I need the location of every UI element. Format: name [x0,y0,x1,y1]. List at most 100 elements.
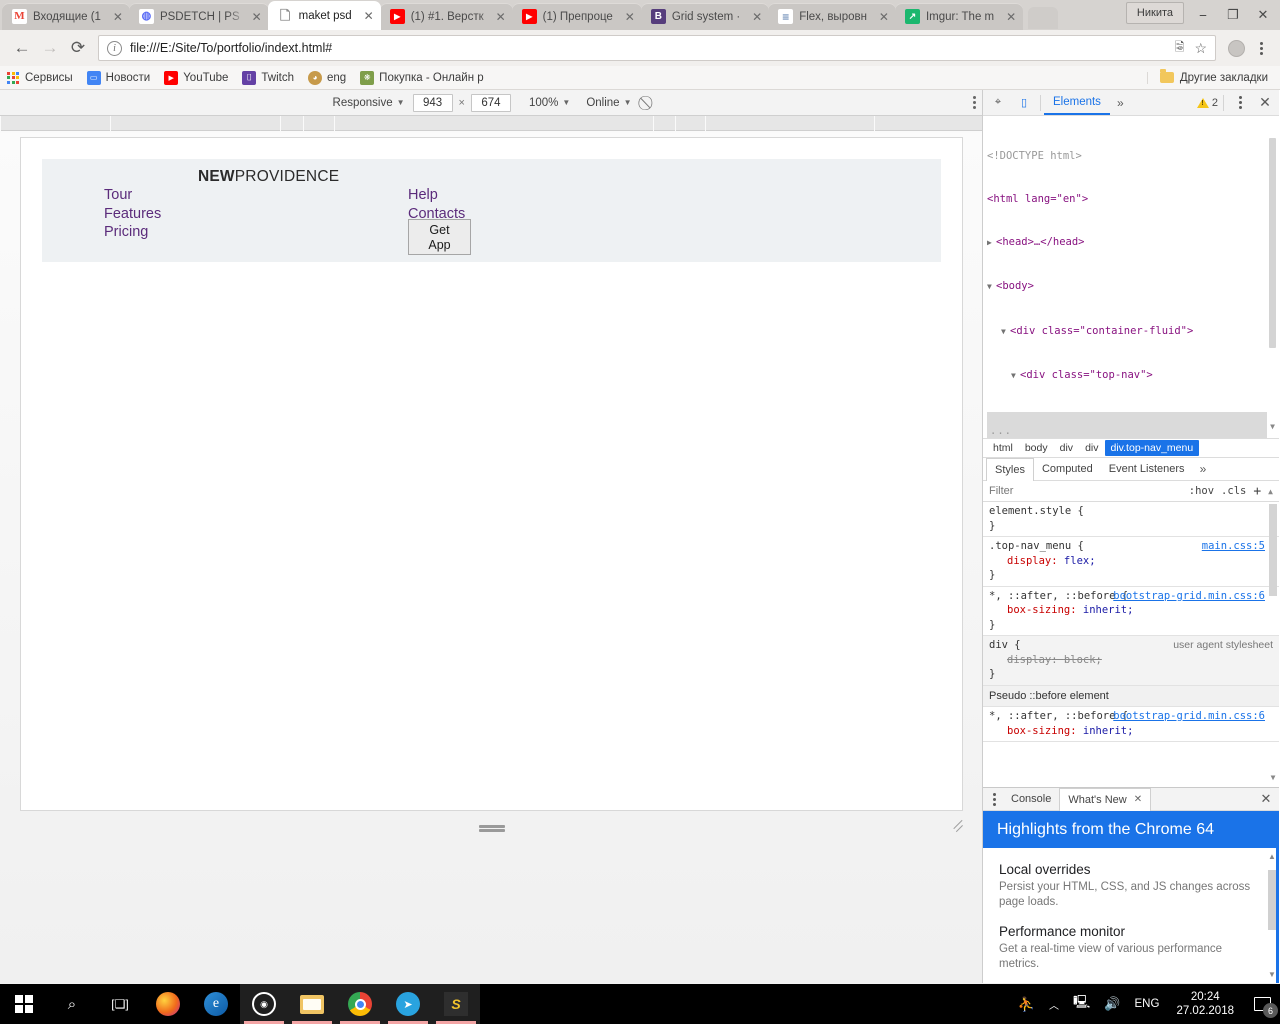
scroll-down-icon[interactable]: ▼ [1268,970,1276,979]
devtools-close-icon[interactable]: ✕ [1253,91,1277,115]
profile-name-button[interactable]: Никита [1126,2,1184,24]
other-bookmarks-button[interactable]: Другие закладки [1147,72,1274,84]
page-viewport[interactable]: NEWPROVIDENCE Tour Features Pricing Help… [20,137,963,811]
new-tab-button[interactable] [1028,7,1058,29]
task-view-icon[interactable]: [❑] [96,984,144,1024]
scroll-up-icon[interactable]: ▲ [1268,487,1273,496]
get-app-button[interactable]: Get App [408,219,471,255]
translate-icon[interactable]: 🗟 [1175,38,1185,59]
style-declaration[interactable]: box-sizing: inherit; [989,603,1271,618]
style-source-link[interactable]: bootstrap-grid.min.css:6 [1113,589,1265,604]
collapse-arrow-icon[interactable]: ▼ [1001,325,1010,339]
whats-new-item[interactable]: Local overrides Persist your HTML, CSS, … [999,862,1263,910]
zoom-selector[interactable]: 100% ▼ [521,93,578,113]
browser-tab-active[interactable]: 🗋 maket psd ✕ [268,1,381,30]
tab-styles[interactable]: Styles [986,458,1034,481]
breadcrumb-html[interactable]: html [987,440,1019,456]
styles-filter-input[interactable]: Filter [989,485,1013,497]
viewport-corner-resize-handle[interactable] [950,813,966,829]
inspect-element-icon[interactable]: ⌖ [985,91,1011,115]
scrollbar-thumb[interactable] [1269,138,1276,348]
nav-link-help[interactable]: Help [408,186,465,205]
style-declaration[interactable]: display: flex; [989,554,1271,569]
breadcrumb-div[interactable]: div [1054,440,1079,456]
class-toggle-button[interactable]: .cls [1221,485,1246,497]
close-icon[interactable]: ✕ [249,9,265,25]
windows-start-icon[interactable] [0,984,48,1024]
more-node-options-icon[interactable]: ··· [990,427,1012,438]
close-icon[interactable]: ✕ [110,9,126,25]
viewport-height-input[interactable]: 674 [471,94,511,112]
style-rule[interactable]: main.css:5 .top-nav_menu { display: flex… [983,537,1279,587]
chrome-menu-icon[interactable] [1250,34,1272,62]
styles-pane[interactable]: element.style { } main.css:5 .top-nav_me… [983,502,1279,787]
back-arrow-icon[interactable]: ← [8,34,36,62]
bookmark-star-icon[interactable]: ☆ [1194,40,1207,57]
profile-avatar-icon[interactable] [1222,34,1250,62]
more-subtabs-chevron-icon[interactable]: » [1193,462,1214,476]
no-throttling-icon[interactable]: ⃠ [639,94,657,112]
maximize-button[interactable]: ❐ [1218,2,1248,28]
viewport-width-input[interactable]: 943 [413,94,453,112]
style-source-link[interactable]: main.css:5 [1202,539,1265,554]
people-sharing-icon[interactable]: ⛹ [1011,984,1042,1024]
close-window-button[interactable]: ✕ [1248,2,1278,28]
drawer-menu-icon[interactable] [985,793,1003,806]
style-declaration[interactable]: display: block; [989,653,1271,668]
styles-scrollbar[interactable]: ▼ [1268,502,1278,787]
chrome-icon[interactable] [336,984,384,1024]
bookmark-item-eng[interactable]: ◕ eng [308,71,346,85]
scroll-down-icon[interactable]: ▼ [1268,420,1277,434]
show-hidden-icons-icon[interactable]: ︿ [1042,984,1066,1024]
telegram-icon[interactable]: ➤ [384,984,432,1024]
close-icon[interactable]: ✕ [361,8,377,24]
tab-whats-new[interactable]: What's New ✕ [1059,788,1151,811]
nav-link-tour[interactable]: Tour [104,186,161,205]
breadcrumb-div[interactable]: div [1079,440,1104,456]
more-panels-chevron-icon[interactable]: » [1110,96,1131,110]
close-icon[interactable]: ✕ [876,9,892,25]
browser-tab[interactable]: ◍ PSDETCH | PS ✕ [129,3,269,30]
new-style-rule-button[interactable]: + [1253,484,1261,499]
browser-tab[interactable]: B Grid system · ✕ [641,3,769,30]
style-declaration[interactable]: box-sizing: inherit; [989,724,1271,739]
bookmark-item-shop[interactable]: ❋ Покупка - Онлайн р [360,71,483,85]
device-menu-icon[interactable] [973,96,976,109]
style-rule[interactable]: element.style { } [983,502,1279,537]
firefox-icon[interactable] [144,984,192,1024]
tab-event-listeners[interactable]: Event Listeners [1101,459,1193,480]
close-icon[interactable]: ✕ [749,9,765,25]
close-icon[interactable]: ✕ [493,9,509,25]
forward-arrow-icon[interactable]: → [36,34,64,62]
close-icon[interactable]: ✕ [1003,9,1019,25]
close-icon[interactable]: ✕ [622,9,638,25]
nav-link-pricing[interactable]: Pricing [104,223,161,242]
selected-dom-node[interactable]: ··· ▼<div class="top-nav_menu"> == $0 [987,412,1267,438]
browser-tab[interactable]: ≡ Flex, выровн ✕ [768,3,896,30]
dom-tree-scrollbar[interactable]: ▲ ▼ [1268,122,1277,434]
tab-elements[interactable]: Elements [1044,90,1110,115]
action-center-icon[interactable]: 6 [1244,984,1280,1024]
scroll-up-icon[interactable]: ▲ [1268,852,1276,861]
collapse-arrow-icon[interactable]: ▼ [1011,369,1020,383]
warning-indicator[interactable]: 2 [1197,97,1220,109]
devtools-settings-kebab-icon[interactable] [1227,91,1253,115]
expand-arrow-icon[interactable]: ▶ [987,236,996,250]
edge-icon[interactable]: e [192,984,240,1024]
hover-state-button[interactable]: :hov [1189,485,1214,497]
collapse-arrow-icon[interactable]: ▼ [987,280,996,294]
device-selector[interactable]: Responsive ▼ [325,93,413,113]
opera-gx-icon[interactable]: ◉ [240,984,288,1024]
file-explorer-icon[interactable] [288,984,336,1024]
bookmark-item-youtube[interactable]: ▶ YouTube [164,71,228,85]
dom-tree[interactable]: <!DOCTYPE html> <html lang="en"> ▶<head>… [983,116,1279,438]
whats-new-scrollbar[interactable]: ▲ ▼ [1267,852,1277,979]
tab-console[interactable]: Console [1003,789,1059,810]
page-info-icon[interactable]: i [107,41,122,56]
style-rule[interactable]: bootstrap-grid.min.css:6 *, ::after, ::b… [983,707,1279,742]
browser-tab[interactable]: ↗ Imgur: The m ✕ [895,3,1023,30]
scrollbar-thumb[interactable] [1268,870,1276,930]
scroll-down-icon[interactable]: ▼ [1269,771,1277,786]
whats-new-item[interactable]: Performance monitor Get a real-time view… [999,924,1263,972]
sublime-text-icon[interactable]: S [432,984,480,1024]
